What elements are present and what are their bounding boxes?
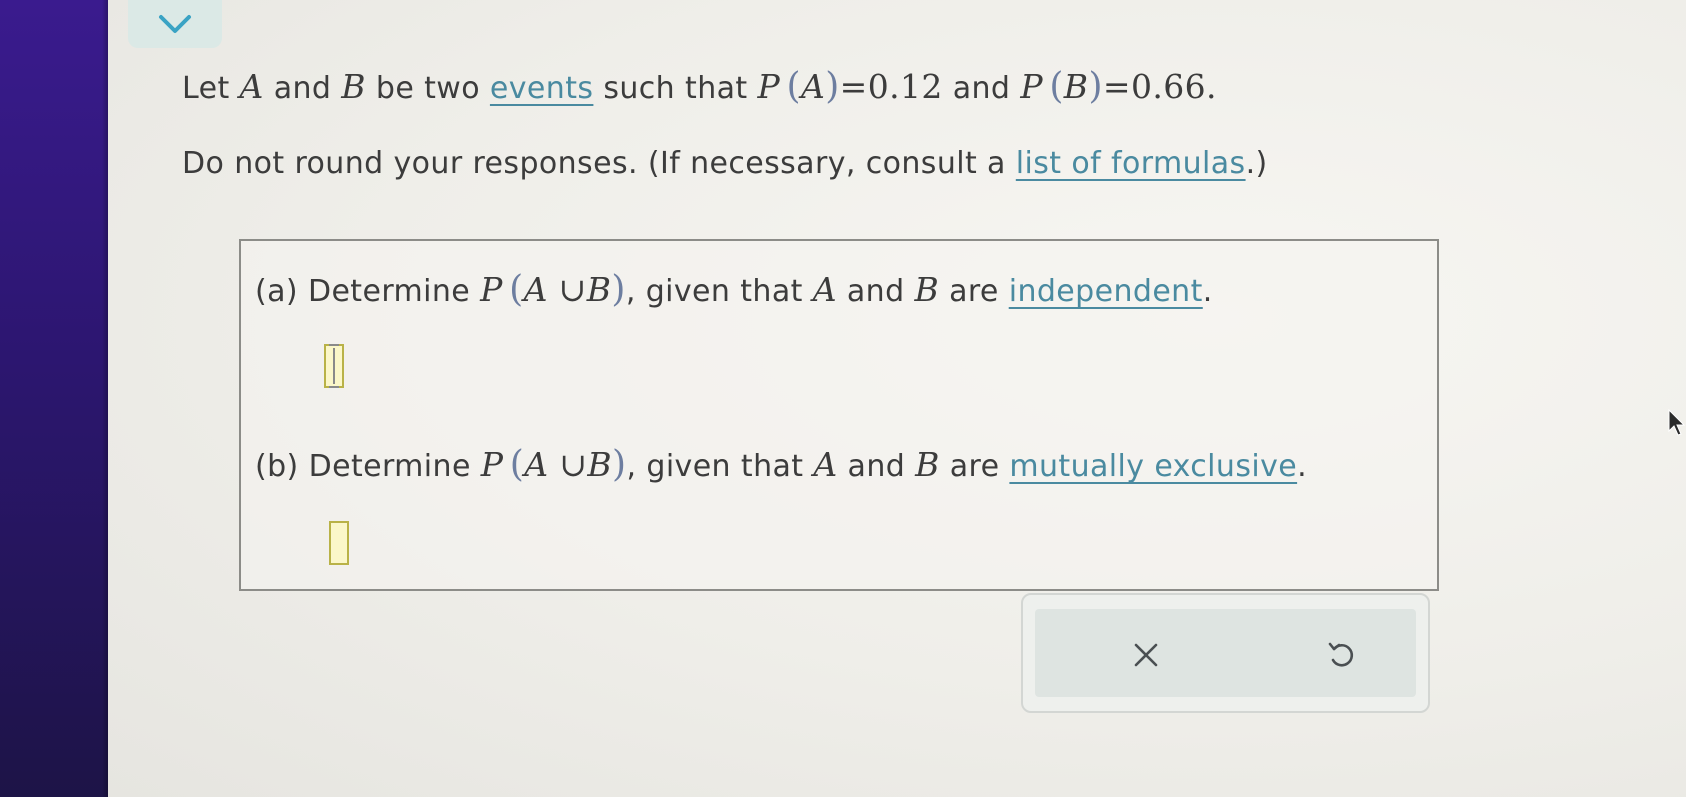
part-b-and: and xyxy=(847,449,906,484)
part-a-given: , given that xyxy=(625,274,803,309)
text-and-2: and xyxy=(952,71,1011,106)
instructions: Do not round your responses. (If necessa… xyxy=(182,146,1268,181)
part-a-answer-input[interactable] xyxy=(324,344,344,388)
formulas-link[interactable]: list of formulas xyxy=(1016,146,1246,181)
part-a-and: and xyxy=(846,274,905,309)
independent-link[interactable]: independent xyxy=(1009,274,1203,309)
text-be-two: be two xyxy=(375,71,480,106)
part-b-given: , given that xyxy=(626,449,804,484)
part-a-label: (a) xyxy=(255,274,298,309)
part-b-prompt: (b) Determine P (A ∪B), given that A and… xyxy=(255,444,1307,485)
text-and: and xyxy=(273,71,332,106)
var-a: A xyxy=(239,67,264,106)
text-such-that: such that xyxy=(603,71,748,106)
part-a-period: . xyxy=(1202,274,1213,309)
part-b-var-a: A xyxy=(813,445,838,484)
chevron-down-icon xyxy=(159,15,191,33)
part-a-var-b: B xyxy=(914,270,940,309)
collapse-toggle-button[interactable] xyxy=(128,0,222,48)
prob-b-expression: P (B)=0.66. xyxy=(1020,66,1217,107)
part-b-label: (b) xyxy=(255,449,299,484)
part-b-answer-input[interactable] xyxy=(329,521,349,565)
part-a-expression: P (A ∪B) xyxy=(480,269,626,310)
problem-statement: Let A and B be two events such that P (A… xyxy=(182,66,1217,107)
part-b-determine: Determine xyxy=(308,449,471,484)
mutually-exclusive-link[interactable]: mutually exclusive xyxy=(1009,449,1297,484)
events-link[interactable]: events xyxy=(490,71,593,106)
clear-button[interactable] xyxy=(1120,629,1172,681)
action-bar xyxy=(1035,609,1416,697)
part-b-period: . xyxy=(1297,449,1308,484)
action-panel xyxy=(1021,593,1430,713)
part-a-prompt: (a) Determine P (A ∪B), given that A and… xyxy=(255,269,1213,310)
part-b-expression: P (A ∪B) xyxy=(480,444,627,485)
text-let: Let xyxy=(182,71,230,106)
instructions-suffix: .) xyxy=(1245,146,1268,181)
part-a-var-a: A xyxy=(812,270,837,309)
mouse-cursor-icon xyxy=(1668,409,1686,436)
close-icon xyxy=(1134,643,1158,667)
part-a-determine: Determine xyxy=(307,274,471,309)
part-b-var-b: B xyxy=(915,445,940,484)
part-b-are: are xyxy=(949,449,1000,484)
instructions-text: Do not round your responses. (If necessa… xyxy=(182,146,1006,181)
part-a-are: are xyxy=(949,274,999,309)
prob-a-expression: P (A)=0.12 xyxy=(757,66,943,107)
left-sidebar xyxy=(0,0,108,797)
undo-button[interactable] xyxy=(1316,629,1368,681)
var-b: B xyxy=(341,67,366,106)
undo-icon xyxy=(1328,642,1354,667)
question-panel: (a) Determine P (A ∪B), given that A and… xyxy=(239,239,1439,591)
